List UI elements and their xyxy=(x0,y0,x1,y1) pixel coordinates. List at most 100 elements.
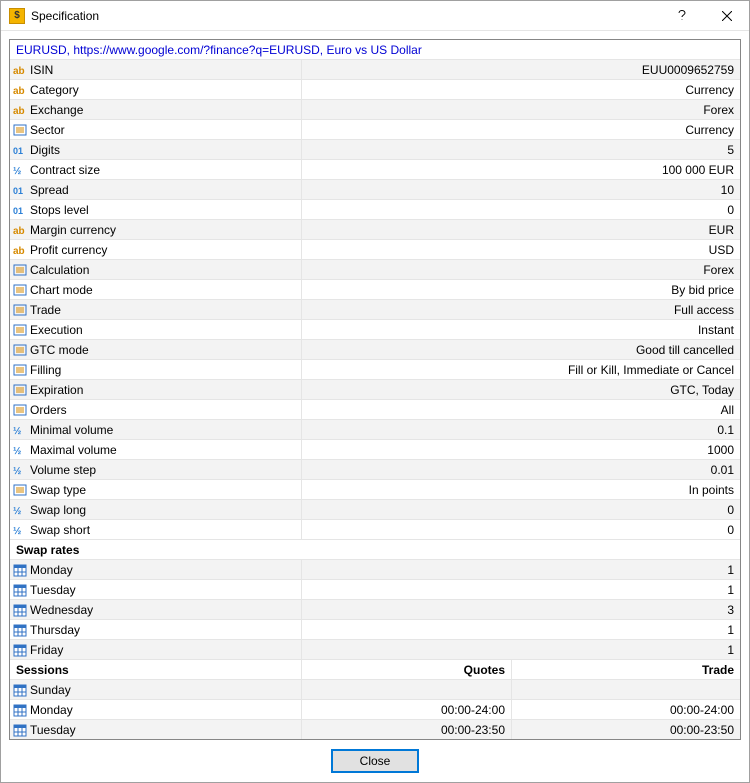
calendar-icon xyxy=(10,580,30,599)
app-icon: $ xyxy=(9,8,25,24)
help-button[interactable] xyxy=(659,1,704,31)
specification-dialog: $ Specification EURUSD, https://www.goog… xyxy=(0,0,750,783)
sessions-section: SessionsQuotesTrade xyxy=(10,660,740,680)
property-label: Swap type xyxy=(30,480,302,499)
swap-rate-row: Tuesday1 xyxy=(10,580,740,600)
trade-column-header: Trade xyxy=(512,660,740,679)
session-row: Tuesday00:00-23:5000:00-23:50 xyxy=(10,720,740,739)
property-value: All xyxy=(302,400,740,419)
property-label: GTC mode xyxy=(30,340,302,359)
svg-text:½: ½ xyxy=(13,426,21,437)
svg-text:½: ½ xyxy=(13,166,21,177)
property-grid[interactable]: EURUSD, https://www.google.com/?finance?… xyxy=(10,40,740,739)
swap-rates-section: Swap rates xyxy=(10,540,740,560)
property-row: abProfit currencyUSD xyxy=(10,240,740,260)
list-icon xyxy=(10,480,30,499)
property-row: TradeFull access xyxy=(10,300,740,320)
swap-rate-row: Wednesday3 xyxy=(10,600,740,620)
calendar-icon xyxy=(10,640,30,659)
property-row: Chart modeBy bid price xyxy=(10,280,740,300)
symbol-header: EURUSD, https://www.google.com/?finance?… xyxy=(10,40,740,60)
property-row: abMargin currencyEUR xyxy=(10,220,740,240)
day-label: Thursday xyxy=(30,620,302,639)
session-trade xyxy=(512,680,740,699)
section-title: Swap rates xyxy=(10,540,740,559)
property-value: 5 xyxy=(302,140,740,159)
day-label: Monday xyxy=(30,560,302,579)
property-value: Good till cancelled xyxy=(302,340,740,359)
ab-icon: ab xyxy=(10,240,30,259)
svg-text:01: 01 xyxy=(13,206,23,216)
list-icon xyxy=(10,380,30,399)
property-value: EUU0009652759 xyxy=(302,60,740,79)
svg-text:ab: ab xyxy=(13,106,25,117)
close-button[interactable]: Close xyxy=(332,750,418,772)
list-icon xyxy=(10,360,30,379)
svg-text:ab: ab xyxy=(13,66,25,77)
property-label: Execution xyxy=(30,320,302,339)
list-icon xyxy=(10,300,30,319)
session-day: Monday xyxy=(30,700,302,719)
svg-text:½: ½ xyxy=(13,506,21,517)
property-row: ½Swap short0 xyxy=(10,520,740,540)
list-icon xyxy=(10,400,30,419)
property-row: abExchangeForex xyxy=(10,100,740,120)
swap-rate-row: Friday1 xyxy=(10,640,740,660)
dialog-footer: Close xyxy=(9,740,741,782)
calendar-icon xyxy=(10,700,30,719)
property-row: ab ISINEUU0009652759 xyxy=(10,60,740,80)
property-value: 1000 xyxy=(302,440,740,459)
swap-value: 1 xyxy=(302,580,740,599)
property-label: Calculation xyxy=(30,260,302,279)
swap-rate-row: Monday1 xyxy=(10,560,740,580)
property-row: ½Volume step0.01 xyxy=(10,460,740,480)
svg-text:01: 01 xyxy=(13,146,23,156)
session-row: Monday00:00-24:0000:00-24:00 xyxy=(10,700,740,720)
property-label: Filling xyxy=(30,360,302,379)
calendar-icon xyxy=(10,560,30,579)
list-icon xyxy=(10,120,30,139)
half-icon: ½ xyxy=(10,460,30,479)
property-row: 01Stops level0 xyxy=(10,200,740,220)
property-value: Currency xyxy=(302,120,740,139)
list-icon xyxy=(10,320,30,339)
session-quotes: 00:00-24:00 xyxy=(302,700,512,719)
half-icon: ½ xyxy=(10,160,30,179)
titlebar: $ Specification xyxy=(1,1,749,31)
list-icon xyxy=(10,280,30,299)
svg-text:½: ½ xyxy=(13,526,21,537)
swap-rate-row: Thursday1 xyxy=(10,620,740,640)
day-label: Wednesday xyxy=(30,600,302,619)
session-quotes: 00:00-23:50 xyxy=(302,720,512,739)
swap-value: 1 xyxy=(302,620,740,639)
calendar-icon xyxy=(10,600,30,619)
property-value: 100 000 EUR xyxy=(302,160,740,179)
property-label: Swap short xyxy=(30,520,302,539)
calendar-icon xyxy=(10,720,30,739)
session-trade: 00:00-23:50 xyxy=(512,720,740,739)
property-value: GTC, Today xyxy=(302,380,740,399)
property-label: Margin currency xyxy=(30,220,302,239)
property-label: Minimal volume xyxy=(30,420,302,439)
property-value: 0 xyxy=(302,200,740,219)
property-row: ½Maximal volume1000 xyxy=(10,440,740,460)
01-icon: 01 xyxy=(10,180,30,199)
half-icon: ½ xyxy=(10,420,30,439)
window-close-button[interactable] xyxy=(704,1,749,31)
property-value: 0.1 xyxy=(302,420,740,439)
property-value: Forex xyxy=(302,260,740,279)
property-value: Forex xyxy=(302,100,740,119)
day-label: Tuesday xyxy=(30,580,302,599)
property-label: Sector xyxy=(30,120,302,139)
session-row: Sunday xyxy=(10,680,740,700)
property-row: ½ Minimal volume0.1 xyxy=(10,420,740,440)
property-value: 10 xyxy=(302,180,740,199)
swap-value: 3 xyxy=(302,600,740,619)
property-label: Contract size xyxy=(30,160,302,179)
property-value: USD xyxy=(302,240,740,259)
property-value: 0.01 xyxy=(302,460,740,479)
property-row: ½Swap long0 xyxy=(10,500,740,520)
property-row: ExecutionInstant xyxy=(10,320,740,340)
property-label: ISIN xyxy=(30,60,302,79)
half-icon: ½ xyxy=(10,520,30,539)
